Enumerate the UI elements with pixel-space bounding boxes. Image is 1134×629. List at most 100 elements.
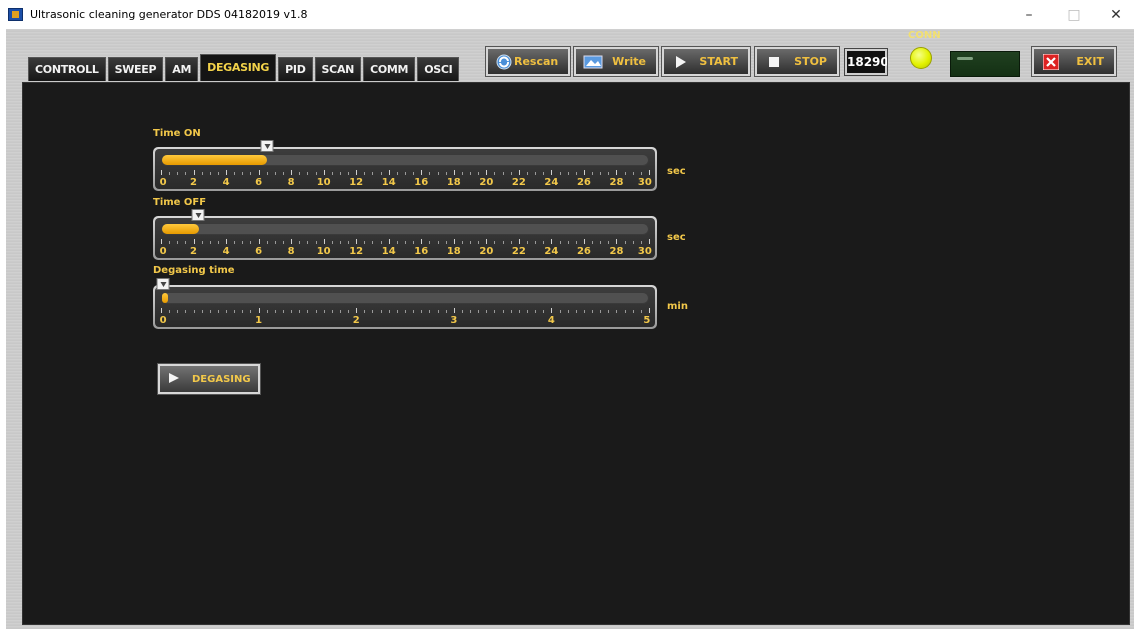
tick-mark	[494, 241, 496, 244]
maximize-button[interactable]: □	[1059, 6, 1089, 24]
tick-mark	[470, 172, 472, 175]
tab-degasing[interactable]: DEGASING	[200, 54, 277, 81]
start-button[interactable]: START	[661, 46, 751, 77]
tick-mark	[527, 241, 528, 244]
slider-track	[161, 292, 649, 304]
tick-mark	[461, 310, 463, 313]
tick-mark	[453, 239, 455, 244]
tick-mark	[543, 172, 545, 175]
tick-mark	[502, 310, 504, 313]
tick-mark	[445, 241, 447, 244]
degasing-time-slider[interactable]: 0 1 2 3 4 5	[153, 278, 657, 329]
tick-mark	[413, 241, 415, 244]
tick-label: 24	[544, 246, 559, 257]
time-on-label: Time ON	[153, 128, 201, 139]
tick-mark	[583, 170, 585, 175]
tick-mark	[616, 239, 618, 244]
tick-mark	[258, 170, 260, 175]
tick-mark	[543, 241, 545, 244]
tick-mark	[600, 310, 602, 313]
tick-label: 14	[381, 246, 396, 257]
tick-mark	[250, 241, 252, 244]
tab-bar: CONTROLL SWEEP AM DEGASING PID SCAN COMM…	[28, 54, 460, 81]
tick-mark	[583, 239, 585, 244]
tick-mark	[274, 172, 276, 175]
tick-label: 20	[479, 177, 494, 188]
tick-label: 0	[159, 246, 167, 257]
slider-fill	[162, 293, 168, 303]
tick-mark	[405, 310, 406, 313]
tick-mark	[559, 310, 561, 313]
rescan-button[interactable]: Rescan	[485, 46, 571, 77]
tick-mark	[242, 310, 244, 313]
write-button[interactable]: Write	[573, 46, 659, 77]
tick-mark	[567, 172, 569, 175]
tick-mark	[502, 241, 504, 244]
time-off-slider[interactable]: 0 2 4 6 8 10 12 14 16 18 20 22 24 26 28 30	[153, 209, 657, 260]
tick-mark	[291, 170, 293, 175]
tick-mark	[331, 172, 333, 175]
window-title: Ultrasonic cleaning generator DDS 041820…	[30, 8, 308, 21]
minimize-button[interactable]: –	[1014, 6, 1044, 24]
tick-mark	[242, 172, 244, 175]
tick-mark	[274, 241, 276, 244]
tick-mark	[217, 172, 219, 175]
tick-mark	[169, 310, 171, 313]
slider-ticks	[161, 239, 650, 245]
exit-button[interactable]: EXIT	[1031, 46, 1117, 77]
tick-mark	[445, 172, 447, 175]
tick-mark	[616, 310, 618, 313]
tab-comm[interactable]: COMM	[363, 57, 416, 81]
tick-mark	[608, 241, 610, 244]
tick-mark	[527, 172, 528, 175]
tab-am[interactable]: AM	[165, 57, 199, 81]
slider-thumb[interactable]	[156, 278, 170, 290]
tick-mark	[575, 310, 577, 313]
tick-mark	[291, 310, 293, 313]
degasing-start-button[interactable]: DEGASING	[157, 363, 261, 395]
tick-mark	[470, 241, 472, 244]
tick-mark	[632, 241, 634, 244]
tick-mark	[453, 170, 455, 175]
tick-mark	[307, 172, 309, 175]
tick-mark	[551, 308, 553, 313]
degasing-time-label: Degasing time	[153, 265, 235, 276]
tab-scan[interactable]: SCAN	[314, 57, 362, 81]
tick-mark	[559, 172, 561, 175]
stop-button[interactable]: STOP	[754, 46, 840, 77]
tick-mark	[161, 239, 162, 244]
tick-mark	[331, 241, 333, 244]
tick-mark	[348, 310, 350, 313]
connection-led-icon	[910, 47, 932, 69]
slider-fill	[162, 155, 268, 165]
tab-sweep[interactable]: SWEEP	[107, 57, 164, 81]
tick-mark	[169, 241, 171, 244]
tab-controll[interactable]: CONTROLL	[28, 57, 106, 81]
app-icon	[8, 8, 23, 21]
tick-mark	[226, 170, 228, 175]
tick-mark	[348, 172, 350, 175]
tab-osci[interactable]: OSCI	[417, 57, 460, 81]
tick-mark	[250, 310, 252, 313]
tick-mark	[299, 310, 301, 313]
tick-mark	[649, 239, 650, 244]
tick-mark	[331, 310, 333, 313]
tick-mark	[274, 310, 276, 313]
tick-mark	[380, 241, 382, 244]
tick-mark	[299, 172, 301, 175]
tick-mark	[193, 239, 195, 244]
tick-mark	[624, 172, 626, 175]
time-on-slider[interactable]: 0 2 4 6 8 10 12 14 16 18 20 22 24 26 28 30	[153, 140, 657, 191]
tab-pid[interactable]: PID	[278, 57, 313, 81]
close-button[interactable]: ✕	[1101, 6, 1131, 24]
tick-mark	[356, 170, 358, 175]
slider-thumb[interactable]	[260, 140, 274, 152]
tick-mark	[242, 241, 244, 244]
tick-label: 22	[511, 177, 526, 188]
start-label: START	[699, 55, 738, 68]
tick-label: 4	[547, 315, 555, 326]
slider-thumb[interactable]	[191, 209, 205, 221]
tick-mark	[372, 310, 374, 313]
tick-mark	[437, 241, 439, 244]
tick-mark	[470, 310, 472, 313]
